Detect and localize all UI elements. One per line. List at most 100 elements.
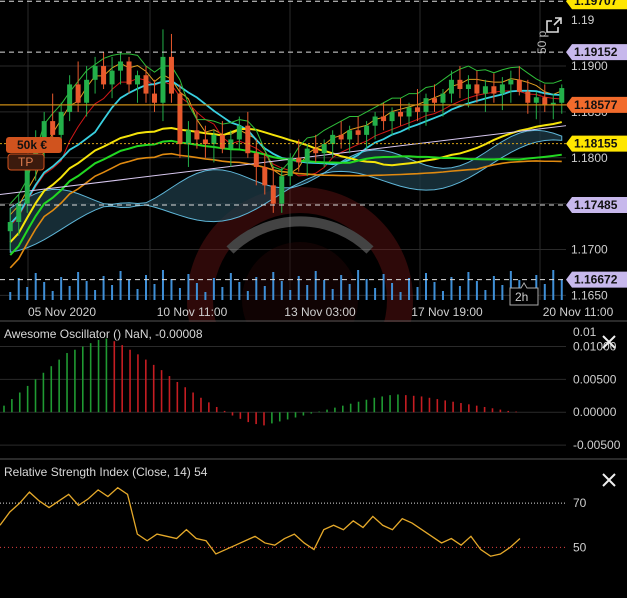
timeframe-label: 2h: [515, 290, 528, 304]
volume-bar: [255, 277, 258, 300]
candle-body: [296, 157, 302, 163]
volume-bar: [450, 277, 453, 300]
price-tick: 1.1700: [571, 243, 608, 257]
volume-bar: [314, 271, 317, 300]
candle-body: [304, 148, 310, 163]
candle-body: [381, 116, 387, 122]
candle-body: [406, 107, 412, 117]
candle-body: [58, 111, 64, 135]
candle-body: [262, 166, 268, 186]
candle-body: [448, 79, 454, 94]
volume-bar: [26, 287, 29, 300]
price-badge-label: 1.17485: [574, 198, 618, 212]
volume-bar: [17, 278, 20, 300]
candle-body: [160, 56, 166, 103]
candle-body: [559, 88, 565, 103]
ao-panel[interactable]: [0, 322, 627, 458]
volume-bar: [340, 275, 343, 300]
candle-body: [533, 97, 539, 103]
candle-body: [364, 125, 370, 135]
volume-bar: [331, 289, 334, 300]
volume-bar: [289, 290, 292, 300]
candle-body: [151, 93, 157, 103]
rsi-panel[interactable]: [0, 460, 627, 598]
volume-bar: [543, 284, 546, 300]
candle-body: [355, 130, 361, 135]
candle-body: [24, 166, 30, 204]
position-label: 50k €: [17, 138, 47, 152]
volume-bar: [475, 281, 478, 300]
price-badge: 1.18577: [566, 96, 627, 113]
candle-body: [92, 66, 98, 80]
volume-bar: [467, 272, 470, 300]
chart-workspace[interactable]: 1.191.19001.18501.18001.17001.1650 1.197…: [0, 0, 627, 598]
ao-tick: 0.00000: [573, 405, 617, 419]
volume-bar: [68, 286, 71, 300]
time-tick: 05 Nov 2020: [28, 305, 96, 319]
candle-body: [321, 144, 327, 154]
volume-bar: [212, 278, 215, 300]
candle-body: [499, 84, 505, 94]
volume-bar: [60, 277, 63, 300]
volume-bar: [246, 291, 249, 300]
volume-bar: [34, 273, 37, 300]
volume-bar: [280, 281, 283, 300]
position-tag[interactable]: 50k €: [6, 137, 62, 153]
close-ao-panel-button[interactable]: [595, 329, 623, 355]
close-rsi-panel-button[interactable]: [595, 467, 623, 493]
candle-body: [474, 84, 480, 94]
candle-body: [219, 134, 225, 149]
range-label: 50 p: [535, 30, 549, 54]
volume-bar: [145, 275, 147, 300]
price-badge: 1.19152: [566, 44, 627, 61]
rsi-title: Relative Strength Index (Close, 14) 54: [4, 465, 208, 479]
candle-body: [67, 84, 73, 112]
price-tick: 1.19: [571, 13, 595, 27]
price-badge-label: 1.19152: [574, 45, 618, 59]
volume-bar: [348, 284, 351, 300]
candle-body: [168, 56, 174, 94]
price-badge-label: 1.19707: [574, 0, 618, 8]
volume-bar: [441, 291, 444, 300]
candle-body: [75, 84, 81, 103]
volume-bar: [560, 279, 563, 300]
price-badge: 1.16672: [566, 271, 627, 288]
candle-body: [287, 157, 293, 177]
price-badge: 1.18155: [566, 135, 627, 152]
volume-bar: [195, 283, 198, 300]
tp-label: TP: [18, 155, 33, 169]
volume-bar: [501, 285, 504, 300]
time-tick: 20 Nov 11:00: [543, 305, 614, 319]
ao-tick: 0.00500: [573, 372, 617, 386]
take-profit-tag[interactable]: TP: [7, 153, 45, 171]
candle-body: [143, 75, 149, 94]
price-tick: 1.1650: [571, 288, 608, 302]
volume-bar: [391, 283, 394, 300]
volume-bar: [43, 282, 46, 300]
volume-bar: [85, 281, 88, 300]
candle-body: [118, 61, 124, 71]
candle-body: [50, 121, 56, 135]
volume-bar: [128, 280, 131, 300]
volume-bar: [374, 288, 377, 300]
candle-body: [516, 79, 522, 92]
candle-body: [245, 125, 251, 154]
time-tick: 10 Nov 11:00: [157, 305, 228, 319]
volume-bar: [238, 282, 241, 300]
ao-tick: 0.01: [573, 325, 597, 339]
price-tick: 1.1800: [571, 151, 608, 165]
volume-bar: [416, 287, 419, 300]
price-tick: 1.1900: [571, 59, 608, 73]
close-icon: [602, 335, 616, 349]
volume-bar: [552, 270, 555, 300]
candle-body: [338, 134, 344, 140]
volume-bar: [94, 290, 97, 300]
volume-bar: [51, 291, 54, 300]
price-badge: 1.19707: [566, 0, 627, 10]
volume-bar: [111, 285, 114, 300]
volume-bar: [77, 272, 80, 300]
candle-body: [389, 111, 395, 122]
volume-bar: [323, 280, 326, 300]
rsi-tick: 50: [573, 540, 587, 554]
candle-body: [465, 84, 471, 89]
